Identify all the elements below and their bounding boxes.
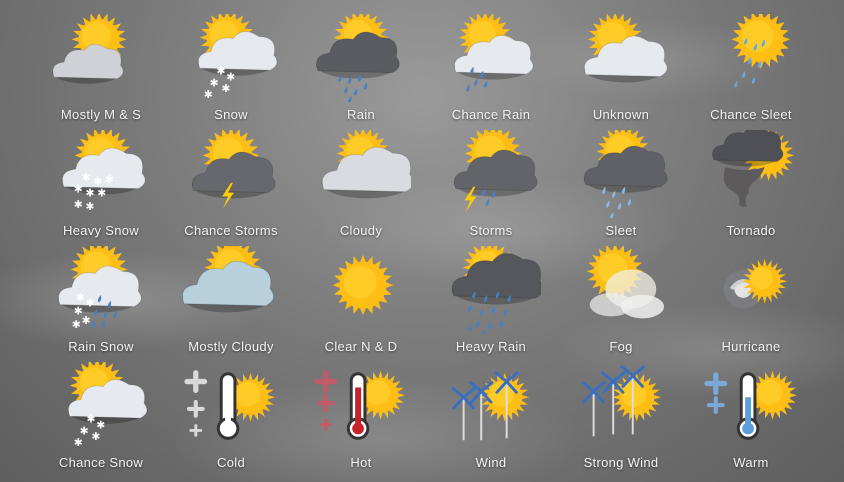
chance-rain-tile: Chance Rain xyxy=(426,10,556,126)
wind-tile: Wind xyxy=(426,358,556,474)
heavy-rain-icon xyxy=(451,246,541,334)
heavy-rain-tile: Heavy Rain xyxy=(426,242,556,358)
clear-n-d-tile: Clear N & D xyxy=(296,242,426,358)
hot-tile: Hot xyxy=(296,358,426,474)
fog-tile: Fog xyxy=(556,242,686,358)
mostly-m-s-tile: Mostly M & S xyxy=(36,10,166,126)
svg-text:✱: ✱ xyxy=(74,436,83,449)
svg-text:✱: ✱ xyxy=(81,171,90,184)
icon-label: Chance Snow xyxy=(58,455,144,470)
svg-text:✱: ✱ xyxy=(74,183,83,196)
snow-icon: ✱ ✱✱ ✱✱ xyxy=(197,14,278,101)
icon-label: Mostly Cloudy xyxy=(188,339,274,354)
unknown-tile: Unknown xyxy=(556,10,686,126)
svg-text:✱: ✱ xyxy=(74,198,83,211)
icon-label: Heavy Rain xyxy=(455,339,527,354)
cold-icon xyxy=(184,370,275,440)
snow-tile: ✱ ✱ ✱ ✱ ✱ Snow xyxy=(166,10,296,126)
svg-text:✱: ✱ xyxy=(76,291,85,304)
sleet-icon xyxy=(583,130,668,218)
icon-label: Snow xyxy=(214,107,248,122)
strong-wind-icon xyxy=(581,365,662,437)
icon-label: Clear N & D xyxy=(324,339,398,354)
svg-text:✱: ✱ xyxy=(85,186,94,199)
icon-label: Cloudy xyxy=(339,223,383,238)
chance-sleet-icon xyxy=(731,14,791,88)
cold-tile: Cold xyxy=(166,358,296,474)
chance-sleet-tile: Chance Sleet xyxy=(686,10,816,126)
rain-snow-tile: ✱ ✱ ✱ ✱ ✱ Rain Snow xyxy=(36,242,166,358)
hot-icon xyxy=(314,370,405,440)
rain-icon xyxy=(316,14,400,102)
icon-label: Rain Snow xyxy=(68,339,134,354)
heavy-snow-tile: ✱ ✱ ✱ ✱ ✱ ✱ ✱ ✱ Heavy Snow xyxy=(36,126,166,242)
svg-text:✱: ✱ xyxy=(85,297,94,310)
rain-tile: Rain xyxy=(296,10,426,126)
chance-snow-icon: ✱ ✱✱ ✱✱ xyxy=(67,362,148,449)
icon-label: Tornado xyxy=(726,223,776,238)
rain-snow-icon: ✱ ✱✱✱✱ xyxy=(57,246,142,331)
icon-label: Chance Storms xyxy=(184,223,278,238)
tornado-tile: Tornado xyxy=(686,126,816,242)
icon-label: Unknown xyxy=(592,107,650,122)
clear-n-d-icon xyxy=(332,254,394,316)
warm-tile: Warm xyxy=(686,358,816,474)
weather-icon-grid: Mostly M & S ✱ ✱ ✱ ✱ ✱ Snow Rain Chance Rain … xyxy=(36,10,816,476)
svg-text:✱: ✱ xyxy=(97,186,106,199)
mostly-cloudy-icon xyxy=(181,246,275,313)
wind-icon xyxy=(451,371,530,441)
icon-label: Heavy Snow xyxy=(63,223,139,238)
hurricane-icon xyxy=(723,258,788,309)
icon-label: Storms xyxy=(469,223,513,238)
icon-label: Wind xyxy=(475,455,507,470)
chance-storms-icon xyxy=(191,130,276,209)
icon-label: Mostly M & S xyxy=(60,107,142,122)
strong-wind-tile: Strong Wind xyxy=(556,358,686,474)
chance-storms-tile: Chance Storms xyxy=(166,126,296,242)
svg-text:✱: ✱ xyxy=(72,318,81,331)
mostly-m-s-icon xyxy=(52,14,127,84)
tornado-icon xyxy=(712,130,795,207)
icon-label: Hurricane xyxy=(721,339,781,354)
sleet-tile: Sleet xyxy=(556,126,686,242)
icon-label: Fog xyxy=(609,339,633,354)
svg-text:✱: ✱ xyxy=(91,430,100,443)
chance-rain-icon xyxy=(453,14,534,92)
cloudy-tile: Cloudy xyxy=(296,126,426,242)
icon-label: Warm xyxy=(733,455,769,470)
svg-text:✱: ✱ xyxy=(204,88,213,101)
fog-icon xyxy=(586,246,665,319)
icon-label: Hot xyxy=(350,455,372,470)
icon-label: Rain xyxy=(347,107,375,122)
heavy-snow-icon: ✱ ✱ ✱✱ ✱ ✱✱ ✱ xyxy=(61,130,146,213)
mostly-cloudy-tile: Mostly Cloudy xyxy=(166,242,296,358)
icon-label: Cold xyxy=(217,455,245,470)
svg-text:✱: ✱ xyxy=(105,173,114,186)
hurricane-tile: Hurricane xyxy=(686,242,816,358)
svg-text:✱: ✱ xyxy=(221,82,230,95)
svg-text:✱: ✱ xyxy=(85,200,94,213)
chance-snow-tile: ✱ ✱ ✱ ✱ ✱ Chance Snow xyxy=(36,358,166,474)
svg-text:✱: ✱ xyxy=(81,314,90,327)
icon-label: Chance Rain xyxy=(451,107,531,122)
unknown-icon xyxy=(583,14,668,83)
storms-tile: Storms xyxy=(426,126,556,242)
icon-label: Sleet xyxy=(605,223,637,238)
warm-icon xyxy=(704,370,797,440)
cloudy-icon xyxy=(321,130,411,199)
storms-icon xyxy=(453,130,538,213)
icon-label: Chance Sleet xyxy=(710,107,792,122)
icon-label: Strong Wind xyxy=(583,455,659,470)
